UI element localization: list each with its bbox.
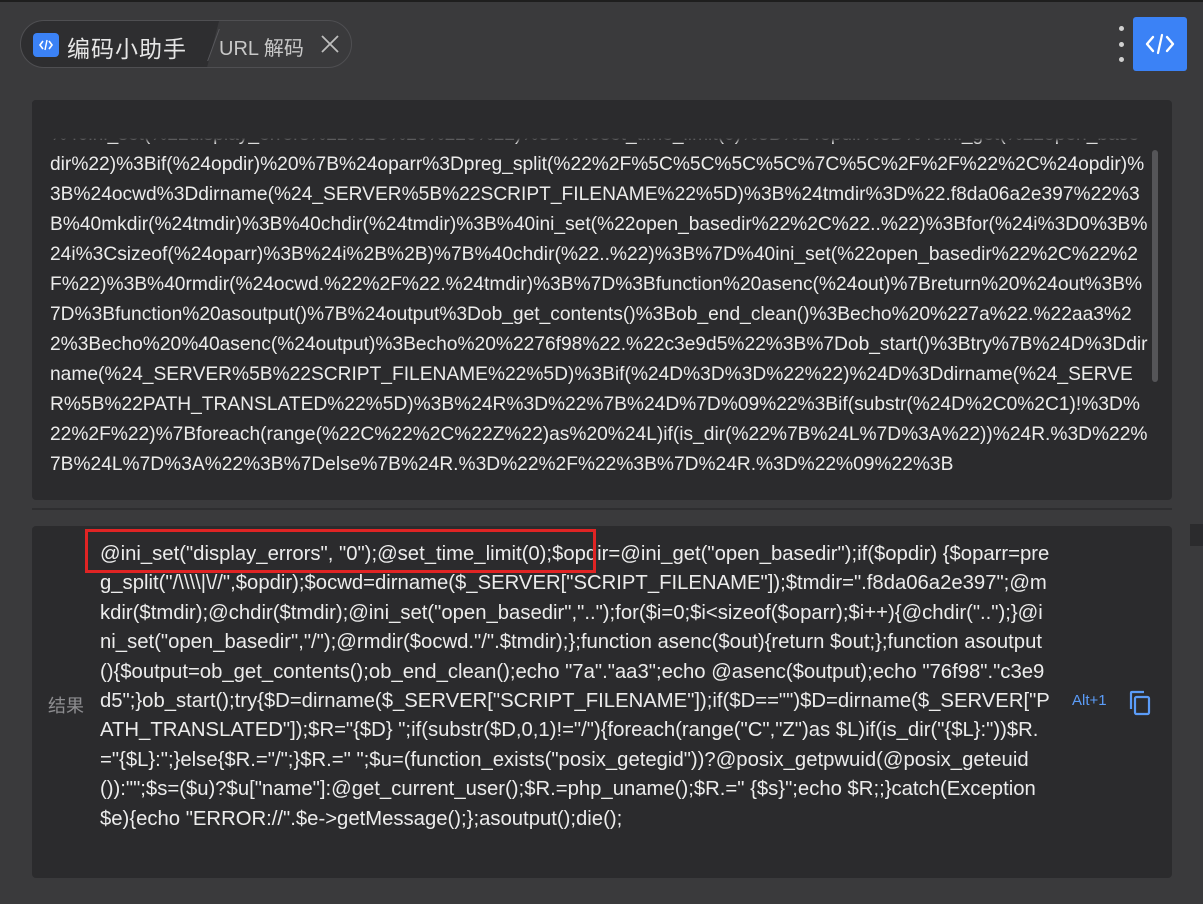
input-text[interactable]: %40ini_set(%22display_errors%22%2C%20%22… (50, 120, 1148, 480)
outer-scrollbar-stub (1190, 524, 1203, 546)
tab-bar: 编码小助手 URL 解码 (20, 20, 352, 68)
panel-divider (32, 508, 1172, 510)
copy-icon[interactable] (1126, 688, 1154, 718)
input-scrollbar-thumb[interactable] (1152, 150, 1158, 382)
code-brackets-icon (1145, 32, 1175, 56)
app-window: 编码小助手 URL 解码 %40ini_set(%22display_error… (0, 0, 1203, 904)
input-scrollbar[interactable] (1152, 140, 1158, 500)
result-panel: 结果 @ini_set("display_errors", "0");@set_… (32, 526, 1172, 878)
copy-shortcut-hint: Alt+1 (1072, 692, 1107, 709)
input-top-fade (32, 138, 1152, 144)
code-view-button[interactable] (1133, 17, 1187, 71)
close-icon[interactable] (319, 33, 341, 55)
tab-encoder-assistant[interactable]: 编码小助手 (21, 21, 219, 67)
input-editor[interactable]: %40ini_set(%22display_errors%22%2C%20%22… (32, 100, 1172, 500)
window-top-border (0, 0, 1203, 2)
result-text[interactable]: @ini_set("display_errors", "0");@set_tim… (100, 540, 1050, 834)
tab-encoder-assistant-label: 编码小助手 (67, 36, 187, 62)
code-file-icon (33, 33, 59, 57)
tab-url-decode[interactable]: URL 解码 (219, 21, 351, 67)
kebab-menu-icon[interactable] (1112, 26, 1130, 62)
tab-url-decode-label: URL 解码 (219, 38, 304, 60)
result-label: 结果 (48, 696, 84, 716)
